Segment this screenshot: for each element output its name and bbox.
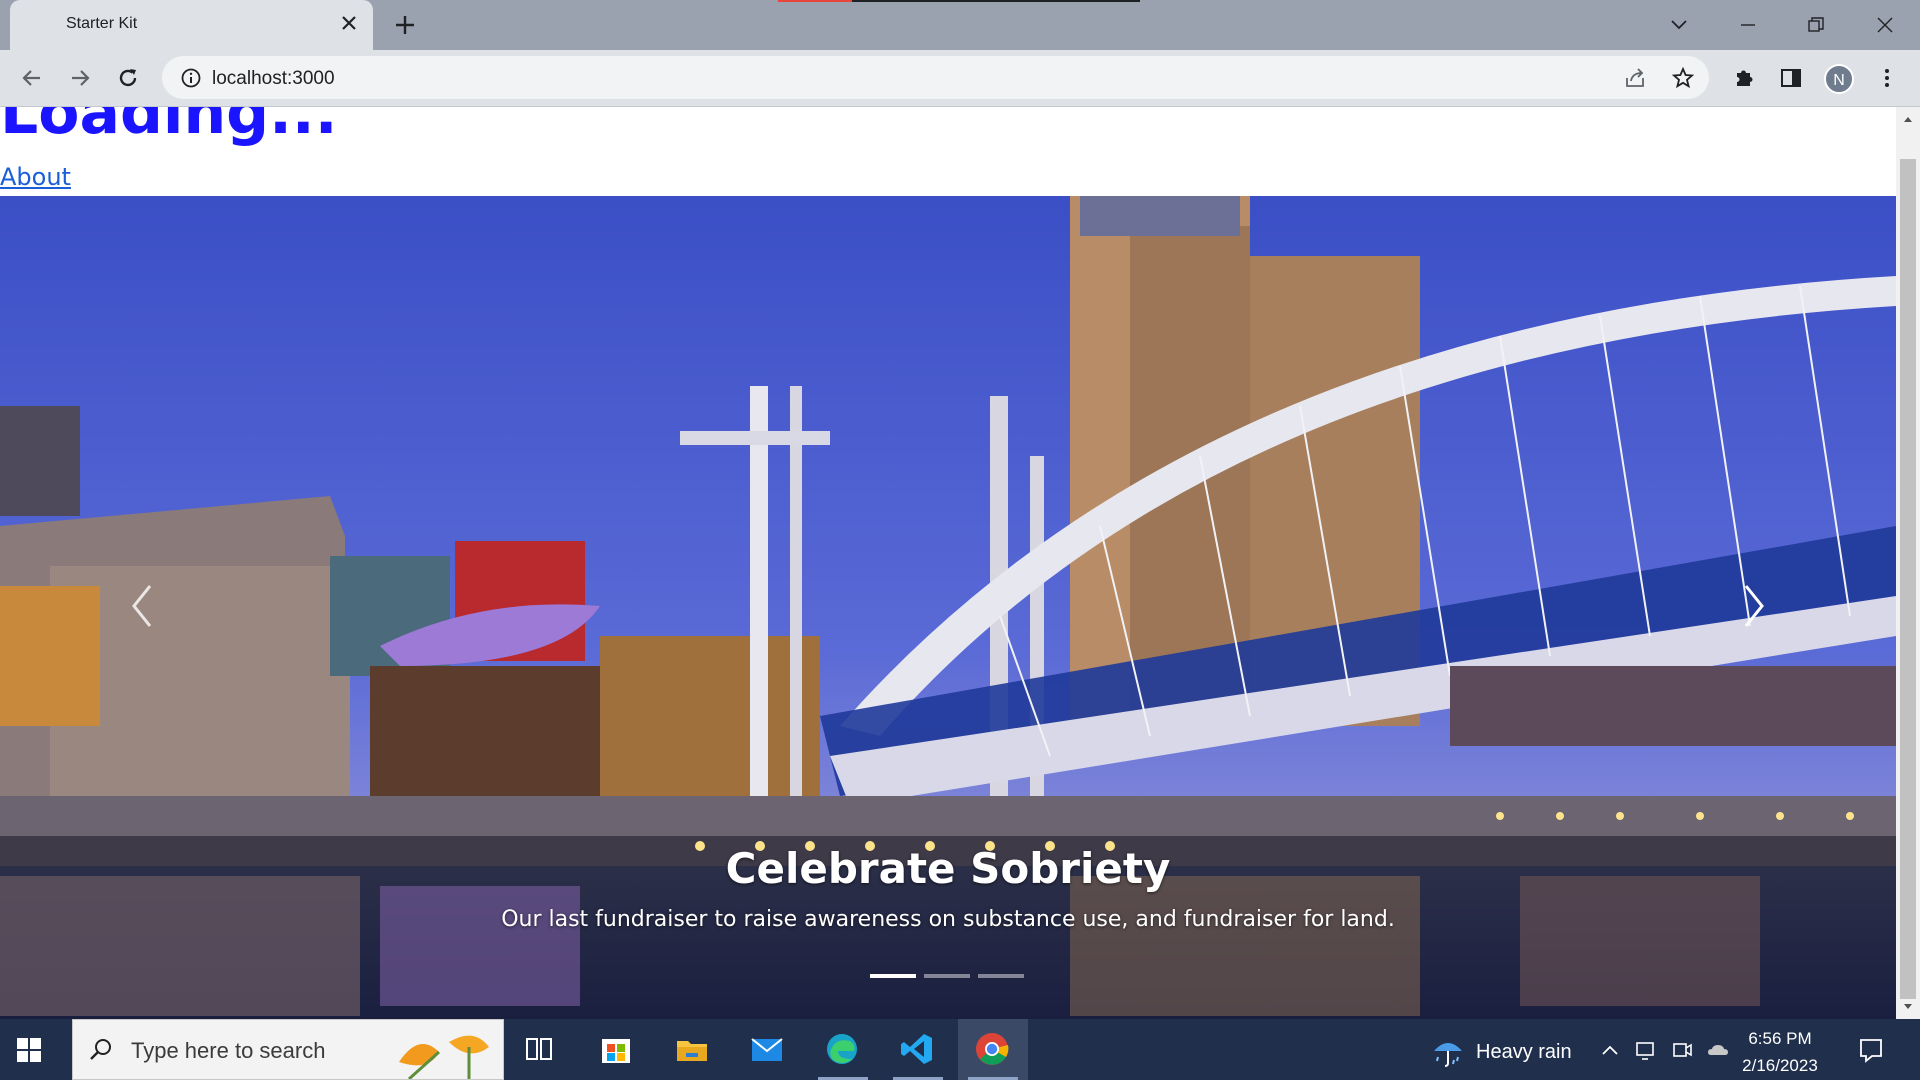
taskbar-task-view[interactable] — [505, 1019, 575, 1080]
browser-toolbar: localhost:3000 N — [0, 50, 1920, 107]
restore-icon[interactable] — [1803, 12, 1829, 38]
notification-icon[interactable] — [1856, 1035, 1886, 1065]
edge-icon — [827, 1034, 857, 1064]
clock-date: 2/16/2023 — [1742, 1056, 1818, 1075]
minimize-icon[interactable] — [1735, 12, 1761, 38]
tab-strip: Starter Kit — [0, 0, 1920, 50]
taskbar-clock[interactable]: 6:56 PM 2/16/2023 — [1734, 1025, 1826, 1079]
taskbar-file-explorer[interactable] — [658, 1019, 728, 1080]
page-viewport: Loading... About Celebrate Sobriety Our … — [0, 107, 1896, 1019]
search-placeholder: Type here to search — [131, 1038, 326, 1063]
file-explorer-icon — [677, 1041, 707, 1061]
close-window-icon[interactable] — [1872, 12, 1898, 38]
carousel-indicator-2[interactable] — [924, 974, 970, 978]
onedrive-cloud-icon[interactable] — [1706, 1039, 1730, 1061]
tab-title: Starter Kit — [66, 15, 138, 32]
clock-time: 6:56 PM — [1748, 1029, 1812, 1048]
taskbar-chrome[interactable] — [958, 1019, 1028, 1080]
scroll-up-arrow-icon[interactable] — [1902, 113, 1914, 125]
share-icon[interactable] — [1623, 66, 1647, 90]
windows-icon[interactable] — [16, 1037, 42, 1063]
back-arrow-icon[interactable] — [18, 64, 46, 92]
carousel-indicator-1[interactable] — [870, 974, 916, 978]
reload-icon[interactable] — [114, 64, 142, 92]
carousel-caption: Celebrate Sobriety Our last fundraiser t… — [0, 844, 1896, 932]
vscode-icon — [901, 1034, 932, 1064]
carousel-indicator-3[interactable] — [978, 974, 1024, 978]
slide-text: Our last fundraiser to raise awareness o… — [501, 907, 1395, 932]
about-link[interactable]: About — [0, 163, 71, 191]
menu-kebab-icon[interactable] — [1873, 64, 1901, 92]
search-icon — [90, 1039, 111, 1060]
scroll-down-arrow-icon[interactable] — [1902, 1001, 1914, 1013]
taskbar-vscode[interactable] — [883, 1019, 953, 1080]
windows-taskbar: Type here to search Heavy rain 6:56 PM 2… — [0, 1019, 1920, 1080]
weather-widget[interactable]: Heavy rain — [1428, 1031, 1588, 1071]
page-scrollbar[interactable] — [1896, 107, 1920, 1019]
show-hidden-icons-chevron-icon[interactable] — [1598, 1039, 1622, 1061]
taskbar-search-box[interactable]: Type here to search — [72, 1019, 504, 1080]
new-tab-icon[interactable] — [392, 12, 418, 38]
meet-now-icon[interactable] — [1670, 1039, 1694, 1061]
taskbar-edge[interactable] — [808, 1019, 878, 1080]
browser-tab[interactable]: Starter Kit — [10, 0, 373, 50]
search-highlight-flower-icon — [399, 1035, 489, 1079]
info-icon[interactable] — [180, 67, 202, 89]
url-text: localhost:3000 — [212, 68, 335, 89]
umbrella-icon — [1434, 1043, 1462, 1067]
store-icon — [602, 1039, 630, 1063]
carousel-next-chevron-icon[interactable] — [1734, 576, 1774, 636]
slide-title: Celebrate Sobriety — [725, 844, 1171, 893]
taskbar-store[interactable] — [582, 1019, 652, 1080]
image-carousel: Celebrate Sobriety Our last fundraiser t… — [0, 196, 1896, 1019]
chrome-icon — [976, 1033, 1009, 1065]
forward-arrow-icon[interactable] — [66, 64, 94, 92]
loading-heading: Loading... — [0, 107, 338, 148]
tab-search-chevron-icon[interactable] — [1666, 12, 1692, 38]
scroll-thumb[interactable] — [1900, 159, 1916, 999]
carousel-indicators — [870, 974, 1026, 980]
address-bar[interactable]: localhost:3000 — [162, 56, 1709, 99]
page-load-progress — [778, 0, 1140, 2]
close-tab-icon[interactable] — [337, 11, 361, 35]
sidepanel-icon[interactable] — [1777, 64, 1805, 92]
taskbar-mail[interactable] — [733, 1019, 803, 1080]
carousel-prev-chevron-icon[interactable] — [122, 576, 162, 636]
profile-avatar[interactable]: N — [1824, 64, 1854, 94]
weather-text: Heavy rain — [1476, 1041, 1572, 1063]
star-icon[interactable] — [1671, 66, 1695, 90]
extensions-icon[interactable] — [1730, 64, 1758, 92]
network-icon[interactable] — [1634, 1039, 1658, 1061]
mail-icon — [751, 1038, 783, 1061]
task-view-icon — [526, 1038, 552, 1060]
